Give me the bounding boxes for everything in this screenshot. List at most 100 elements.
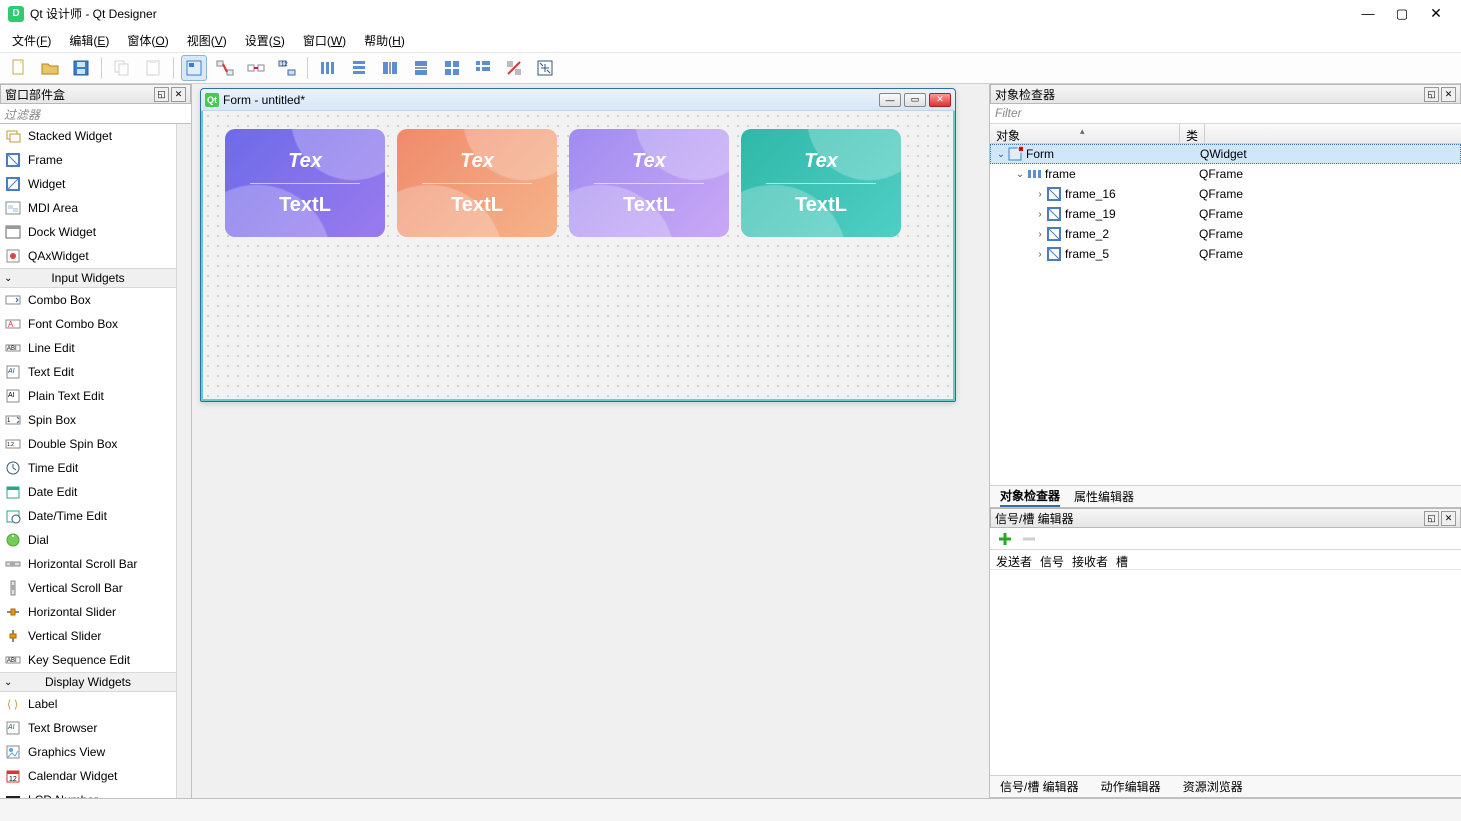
- tab-action-editor[interactable]: 动作编辑器: [1101, 778, 1161, 795]
- toolbar-adjust-size-button[interactable]: [532, 55, 558, 81]
- tab-property-editor[interactable]: 属性编辑器: [1074, 488, 1134, 505]
- tree-row[interactable]: ›frame_2QFrame: [990, 224, 1461, 244]
- widgetbox-item[interactable]: Vertical Slider: [0, 624, 176, 648]
- window-close-button[interactable]: ✕: [1419, 3, 1453, 25]
- window-maximize-button[interactable]: ▢: [1385, 3, 1419, 25]
- widgetbox-item[interactable]: QAxWidget: [0, 244, 176, 268]
- toolbar-edit-signals-button[interactable]: [212, 55, 238, 81]
- col-sender[interactable]: 发送者: [996, 553, 1032, 566]
- widgetbox-item[interactable]: AIText Edit: [0, 360, 176, 384]
- card-frame[interactable]: TexTextL: [741, 129, 901, 237]
- tab-object-inspector[interactable]: 对象检查器: [1000, 487, 1060, 507]
- widgetbox-item[interactable]: AIText Browser: [0, 716, 176, 740]
- toolbar-layout-hsplitter-button[interactable]: [377, 55, 403, 81]
- widgetbox-close-button[interactable]: ✕: [171, 87, 186, 102]
- tree-row[interactable]: ⌄frameQFrame: [990, 164, 1461, 184]
- tree-expand-icon[interactable]: ›: [1034, 229, 1046, 240]
- tree-expand-icon[interactable]: ›: [1034, 189, 1046, 200]
- toolbar-open-button[interactable]: [37, 55, 63, 81]
- widgetbox-item[interactable]: 1Spin Box: [0, 408, 176, 432]
- tab-resource-browser[interactable]: 资源浏览器: [1183, 778, 1243, 795]
- window-minimize-button[interactable]: —: [1351, 3, 1385, 25]
- tree-row[interactable]: ›frame_5QFrame: [990, 244, 1461, 264]
- col-receiver[interactable]: 接收者: [1072, 553, 1108, 566]
- widgetbox-item[interactable]: Stacked Widget: [0, 124, 176, 148]
- toolbar-layout-vertical-button[interactable]: [346, 55, 372, 81]
- widgetbox-item[interactable]: Widget: [0, 172, 176, 196]
- widgetbox-item[interactable]: Dock Widget: [0, 220, 176, 244]
- widgetbox-item[interactable]: Time Edit: [0, 456, 176, 480]
- object-inspector-filter-input[interactable]: Filter: [990, 104, 1461, 124]
- signals-close-button[interactable]: ✕: [1441, 511, 1456, 526]
- toolbar-save-button[interactable]: [68, 55, 94, 81]
- toolbar-edit-widgets-button[interactable]: [181, 55, 207, 81]
- toolbar-paste-button[interactable]: [140, 55, 166, 81]
- tree-expand-icon[interactable]: ⌄: [1014, 169, 1026, 180]
- col-signal[interactable]: 信号: [1040, 553, 1064, 566]
- column-object[interactable]: 对象: [990, 124, 1180, 143]
- card-frame[interactable]: TexTextL: [225, 129, 385, 237]
- toolbar-layout-grid-button[interactable]: [439, 55, 465, 81]
- menu-edit[interactable]: 编辑(E): [61, 29, 117, 52]
- object-tree[interactable]: ⌄FormQWidget⌄frameQFrame›frame_16QFrame›…: [990, 144, 1461, 485]
- menu-view[interactable]: 视图(V): [179, 29, 235, 52]
- form-titlebar[interactable]: Qt Form - untitled* — ▭ ✕: [201, 89, 955, 111]
- widgetbox-item[interactable]: Date Edit: [0, 480, 176, 504]
- widgetbox-item[interactable]: Graphics View: [0, 740, 176, 764]
- menu-form[interactable]: 窗体(O): [119, 29, 176, 52]
- widgetbox-item[interactable]: Horizontal Slider: [0, 600, 176, 624]
- menu-window[interactable]: 窗口(W): [295, 29, 354, 52]
- toolbar-layout-form-button[interactable]: [470, 55, 496, 81]
- tree-expand-icon[interactable]: ⌄: [995, 149, 1007, 160]
- card-frame[interactable]: TexTextL: [569, 129, 729, 237]
- signals-float-button[interactable]: ◱: [1424, 511, 1439, 526]
- widgetbox-item[interactable]: ABILine Edit: [0, 336, 176, 360]
- widgetbox-item[interactable]: Horizontal Scroll Bar: [0, 552, 176, 576]
- toolbar-new-button[interactable]: [6, 55, 32, 81]
- form-minimize-button[interactable]: —: [879, 93, 901, 107]
- tree-row[interactable]: ›frame_19QFrame: [990, 204, 1461, 224]
- form-window[interactable]: Qt Form - untitled* — ▭ ✕ TexTextL TexTe…: [200, 88, 956, 402]
- widgetbox-item[interactable]: 12Calendar Widget: [0, 764, 176, 788]
- widgetbox-item[interactable]: AFont Combo Box: [0, 312, 176, 336]
- column-class[interactable]: 类: [1180, 124, 1205, 143]
- widgetbox-item[interactable]: AIPlain Text Edit: [0, 384, 176, 408]
- toolbar-copy-button[interactable]: [109, 55, 135, 81]
- signals-remove-button[interactable]: [1020, 531, 1038, 547]
- toolbar-edit-taborder-button[interactable]: 12: [274, 55, 300, 81]
- tree-row[interactable]: ›frame_16QFrame: [990, 184, 1461, 204]
- widgetbox-category[interactable]: ⌄Display Widgets: [0, 672, 176, 692]
- widgetbox-item[interactable]: MDI Area: [0, 196, 176, 220]
- tab-signals-editor[interactable]: 信号/槽 编辑器: [1000, 778, 1079, 795]
- form-maximize-button[interactable]: ▭: [904, 93, 926, 107]
- widgetbox-item[interactable]: 1.2Double Spin Box: [0, 432, 176, 456]
- col-slot[interactable]: 槽: [1116, 553, 1128, 566]
- widgetbox-item[interactable]: ⟨⟩Label: [0, 692, 176, 716]
- widgetbox-scrollbar[interactable]: [176, 124, 191, 798]
- widgetbox-item[interactable]: Frame: [0, 148, 176, 172]
- object-inspector-headers[interactable]: 对象 ▴ 类: [990, 124, 1461, 144]
- widgetbox-item[interactable]: Date/Time Edit: [0, 504, 176, 528]
- widgetbox-item[interactable]: Combo Box: [0, 288, 176, 312]
- widgetbox-item[interactable]: 42LCD Number: [0, 788, 176, 798]
- tree-expand-icon[interactable]: ›: [1034, 209, 1046, 220]
- signals-add-button[interactable]: [996, 531, 1014, 547]
- widgetbox-float-button[interactable]: ◱: [154, 87, 169, 102]
- widgetbox-category[interactable]: ⌄Input Widgets: [0, 268, 176, 288]
- object-inspector-close-button[interactable]: ✕: [1441, 87, 1456, 102]
- menu-help[interactable]: 帮助(H): [356, 29, 413, 52]
- card-frame[interactable]: TexTextL: [397, 129, 557, 237]
- toolbar-edit-buddies-button[interactable]: [243, 55, 269, 81]
- widgetbox-item[interactable]: Dial: [0, 528, 176, 552]
- tree-row[interactable]: ⌄FormQWidget: [990, 144, 1461, 164]
- toolbar-layout-horizontal-button[interactable]: [315, 55, 341, 81]
- tree-expand-icon[interactable]: ›: [1034, 249, 1046, 260]
- menu-settings[interactable]: 设置(S): [237, 29, 293, 52]
- widgetbox-list[interactable]: Stacked WidgetFrameWidgetMDI AreaDock Wi…: [0, 124, 176, 798]
- object-inspector-float-button[interactable]: ◱: [1424, 87, 1439, 102]
- widgetbox-item[interactable]: Vertical Scroll Bar: [0, 576, 176, 600]
- toolbar-layout-vsplitter-button[interactable]: [408, 55, 434, 81]
- widgetbox-filter-input[interactable]: 过滤器: [0, 104, 191, 124]
- signals-table-body[interactable]: [990, 570, 1461, 775]
- form-close-button[interactable]: ✕: [929, 93, 951, 107]
